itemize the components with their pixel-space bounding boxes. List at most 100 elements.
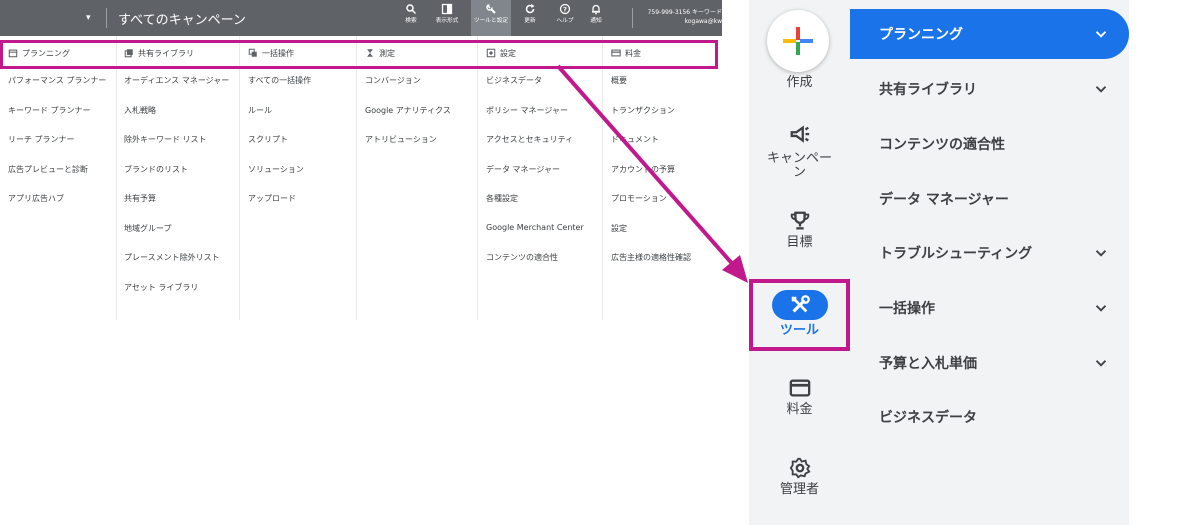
submenu-item-troubleshooting[interactable]: トラブルシューティング — [850, 228, 1129, 278]
submenu-item-label: 共有ライブラリ — [879, 82, 977, 98]
menu-link[interactable]: アクセスとセキュリティ — [486, 134, 584, 164]
chevron-down-icon — [1092, 244, 1110, 262]
plus-icon — [783, 27, 813, 55]
notifications-label: 通知 — [590, 17, 602, 24]
admin-label: 管理者 — [779, 482, 819, 497]
menu-link[interactable]: 地域グループ — [124, 223, 229, 253]
search-label: 検索 — [405, 17, 417, 24]
appearance-icon — [427, 3, 467, 17]
menu-link[interactable]: キーワード プランナー — [8, 105, 106, 135]
submenu-item-label: プランニング — [879, 27, 963, 43]
comparison-screenshot: ▾ すべてのキャンペーン 検索 表示形式 ツールと設定 更新 ? ヘルプ 通知 … — [0, 0, 1200, 525]
account-divider — [632, 8, 633, 28]
menu-link[interactable]: スクリプト — [248, 134, 311, 164]
submenu-item-content-suitability[interactable]: コンテンツの適合性 — [850, 119, 1129, 169]
chevron-down-icon — [1092, 25, 1110, 43]
goals-label: 目標 — [786, 235, 813, 250]
menu-link[interactable]: ドキュメント — [611, 134, 691, 164]
submenu-item-shared-library[interactable]: 共有ライブラリ — [850, 64, 1129, 114]
tools-and-settings-label: ツールと設定 — [473, 17, 509, 24]
column-divider — [477, 36, 478, 320]
menu-link[interactable]: コンテンツの適合性 — [486, 252, 584, 282]
menu-link[interactable]: 広告プレビューと診断 — [8, 164, 106, 194]
menu-link[interactable]: Google アナリティクス — [365, 105, 451, 135]
search-button[interactable]: 検索 — [391, 3, 431, 33]
tools-submenu: プランニング 共有ライブラリ コンテンツの適合性 データ マネージャー トラブル… — [850, 0, 1129, 525]
submenu-item-label: ビジネスデータ — [879, 410, 977, 426]
rail-item-billing[interactable]: 料金 — [749, 377, 850, 417]
menu-link[interactable]: ビジネスデータ — [486, 75, 584, 105]
column-divider — [116, 36, 117, 320]
submenu-item-budgets-and-bids[interactable]: 予算と入札単価 — [850, 338, 1129, 388]
svg-text:?: ? — [563, 6, 567, 14]
menu-link[interactable]: アセット ライブラリ — [124, 282, 229, 312]
column-divider — [356, 36, 357, 320]
billing-label: 料金 — [786, 402, 813, 417]
chevron-down-icon — [1092, 354, 1110, 372]
create-button[interactable] — [767, 10, 829, 72]
refresh-button[interactable]: 更新 — [510, 3, 550, 33]
menu-link[interactable]: アプリ広告ハブ — [8, 193, 106, 223]
menu-link[interactable]: Google Merchant Center — [486, 223, 584, 253]
create-label-item: 作成 — [749, 76, 850, 90]
topbar-divider — [106, 8, 107, 28]
navigation-rail: 作成 キャンペーン 目標 ツール 料金 管理者 — [749, 0, 850, 525]
menu-link[interactable]: データ マネージャー — [486, 164, 584, 194]
tools-mega-menu: プランニング パフォーマンス プランナー キーワード プランナー リーチ プラン… — [0, 36, 722, 320]
menu-link[interactable]: 各種設定 — [486, 193, 584, 223]
bell-icon — [576, 3, 616, 17]
menu-link[interactable]: アカウントの予算 — [611, 164, 691, 194]
credit-card-icon — [749, 377, 850, 403]
menu-column-billing: 料金 概要 トランザクション ドキュメント アカウントの予算 プロモーション 設… — [611, 36, 721, 320]
menu-link[interactable]: トランザクション — [611, 105, 691, 135]
menu-link[interactable]: オーディエンス マネージャー — [124, 75, 229, 105]
rail-item-goals[interactable]: 目標 — [749, 210, 850, 250]
appearance-button[interactable]: 表示形式 — [427, 3, 467, 33]
menu-link[interactable]: ブランドのリスト — [124, 164, 229, 194]
menu-link[interactable]: プレースメント除外リスト — [124, 252, 229, 282]
old-google-ads-ui: ▾ すべてのキャンペーン 検索 表示形式 ツールと設定 更新 ? ヘルプ 通知 … — [0, 0, 722, 320]
menu-link[interactable]: アトリビューション — [365, 134, 451, 164]
menu-column-planning: プランニング パフォーマンス プランナー キーワード プランナー リーチ プラン… — [8, 36, 116, 320]
campaign-dropdown-icon[interactable]: ▾ — [86, 13, 91, 23]
submenu-item-planning[interactable]: プランニング — [850, 9, 1129, 59]
tools-and-settings-button[interactable]: ツールと設定 — [471, 0, 511, 36]
menu-link[interactable]: ルール — [248, 105, 311, 135]
account-info[interactable]: 759-999-3156 キーワード kogawa@kw — [640, 8, 722, 26]
submenu-item-business-data[interactable]: ビジネスデータ — [850, 392, 1129, 442]
menu-link[interactable]: 概要 — [611, 75, 691, 105]
menu-link[interactable]: コンバージョン — [365, 75, 451, 105]
menu-link[interactable]: 設定 — [611, 223, 691, 253]
column-divider — [602, 36, 603, 320]
search-icon — [391, 3, 431, 17]
rail-item-admin[interactable]: 管理者 — [749, 457, 850, 497]
create-label: 作成 — [786, 75, 813, 90]
menu-link[interactable]: 共有予算 — [124, 193, 229, 223]
menu-column-measurement: 測定 コンバージョン Google アナリティクス アトリビューション — [365, 36, 477, 320]
trophy-icon — [749, 210, 850, 236]
page-title: すべてのキャンペーン — [118, 13, 246, 28]
submenu-item-label: トラブルシューティング — [879, 246, 1033, 262]
menu-link[interactable]: 入札戦略 — [124, 105, 229, 135]
rail-item-campaigns[interactable]: キャンペーン — [749, 124, 850, 180]
menu-link[interactable]: アップロード — [248, 193, 311, 223]
notifications-button[interactable]: 通知 — [576, 3, 616, 33]
submenu-item-data-manager[interactable]: データ マネージャー — [850, 174, 1129, 224]
menu-headers-highlight-box — [0, 40, 718, 69]
menu-link[interactable]: ソリューション — [248, 164, 311, 194]
menu-link[interactable]: リーチ プランナー — [8, 134, 106, 164]
tools-highlight-box — [749, 279, 850, 351]
menu-link[interactable]: ポリシー マネージャー — [486, 105, 584, 135]
megaphone-icon — [749, 124, 850, 150]
menu-link[interactable]: すべての一括操作 — [248, 75, 311, 105]
column-divider — [239, 36, 240, 320]
submenu-item-bulk-actions[interactable]: 一括操作 — [850, 283, 1129, 333]
submenu-item-label: 一括操作 — [879, 301, 935, 317]
refresh-icon — [510, 3, 550, 17]
menu-link[interactable]: プロモーション — [611, 193, 691, 223]
campaigns-label: キャンペーン — [766, 151, 832, 180]
submenu-item-label: 予算と入札単価 — [879, 356, 977, 372]
menu-link[interactable]: 除外キーワード リスト — [124, 134, 229, 164]
menu-link[interactable]: 広告主様の適格性確認 — [611, 252, 691, 282]
menu-link[interactable]: パフォーマンス プランナー — [8, 75, 106, 105]
